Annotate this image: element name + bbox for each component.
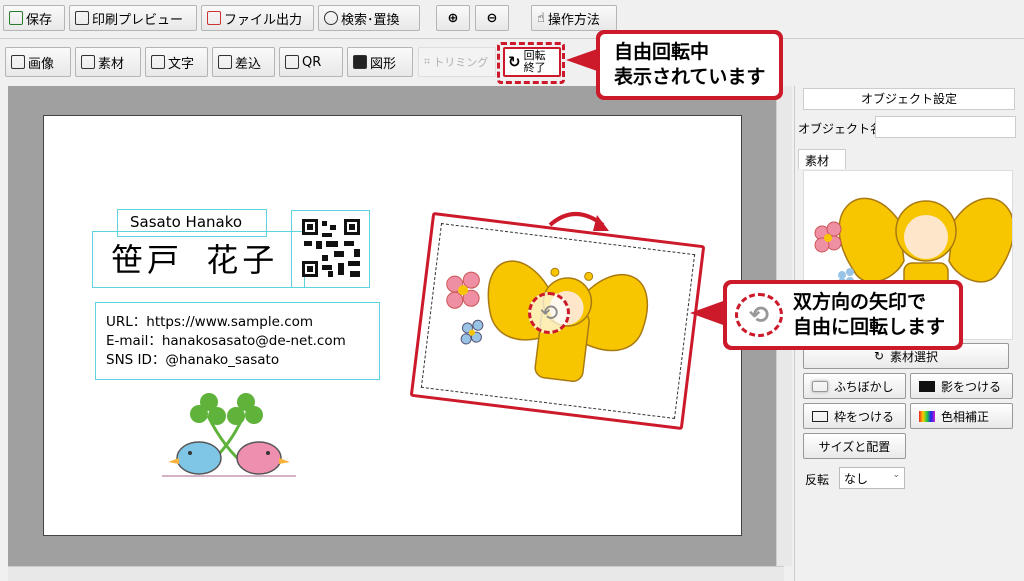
callout-pointer xyxy=(566,48,600,72)
search-replace-button[interactable]: 検索･置換 xyxy=(318,5,420,31)
rotate-handle-icon[interactable]: ⟲ xyxy=(528,292,570,334)
flip-select[interactable]: なし ⌄ xyxy=(839,467,905,489)
rotate-icon: ↻ xyxy=(508,53,521,71)
zoom-out-icon: ⊖ xyxy=(486,10,498,26)
search-icon xyxy=(324,11,338,25)
image-icon xyxy=(11,55,25,69)
zoom-in-button[interactable]: ⊕ xyxy=(436,5,470,31)
merge-button[interactable]: 差込 xyxy=(212,47,275,77)
rotate-end-button[interactable]: ↻ 回転 終了 xyxy=(503,47,561,77)
qr-button[interactable]: QR xyxy=(279,47,343,77)
how-to-button[interactable]: ☝ 操作方法 xyxy=(531,5,617,31)
document-icon xyxy=(218,55,232,69)
material-button[interactable]: 素材 xyxy=(75,47,141,77)
callout-pointer-2 xyxy=(690,300,726,326)
url-text: URL：https://www.sample.com xyxy=(106,314,314,330)
crop-icon: ⌗ xyxy=(424,55,431,68)
size-position-button[interactable]: サイズと配置 xyxy=(803,433,906,459)
qr-code-object[interactable] xyxy=(291,210,370,288)
sns-text: SNS ID：@hanako_sasato xyxy=(106,352,280,368)
zoom-out-button[interactable]: ⊖ xyxy=(475,5,509,31)
color-palette-icon xyxy=(919,410,935,422)
object-name-label: オブジェクト名 xyxy=(798,122,883,136)
file-output-button[interactable]: ファイル出力 xyxy=(201,5,314,31)
rotate-direction-arrow-icon xyxy=(548,212,609,231)
hand-pointer-icon: ☝ xyxy=(537,10,545,26)
qr-code-image xyxy=(302,219,360,277)
add-frame-button[interactable]: 枠をつける xyxy=(803,403,906,429)
contact-info-text[interactable]: URL：https://www.sample.com E-mail：hanako… xyxy=(95,302,380,380)
add-shadow-button[interactable]: 影をつける xyxy=(910,373,1013,399)
frame-icon xyxy=(812,410,828,422)
rotate-handle-demo-icon: ⟲ xyxy=(735,293,783,337)
shape-icon xyxy=(353,55,367,69)
shape-button[interactable]: 図形 xyxy=(347,47,413,77)
material-tab[interactable]: 素材 xyxy=(798,149,846,169)
panel-title: オブジェクト設定 xyxy=(803,88,1015,110)
blur-edge-button[interactable]: ふちぼかし xyxy=(803,373,906,399)
text-icon xyxy=(151,55,165,69)
refresh-icon: ↻ xyxy=(873,349,885,363)
callout-rotating: 自由回転中 表示されています xyxy=(596,30,784,100)
material-icon xyxy=(81,55,95,69)
toolbar-divider xyxy=(0,38,1024,39)
flip-label: 反転 xyxy=(805,473,830,487)
horizontal-scrollbar[interactable] xyxy=(8,566,784,581)
save-icon xyxy=(9,11,23,25)
qr-icon xyxy=(285,55,299,69)
image-button[interactable]: 画像 xyxy=(5,47,71,77)
save-button[interactable]: 保存 xyxy=(3,5,65,31)
blur-edge-icon xyxy=(812,380,828,392)
print-preview-button[interactable]: 印刷プレビュー xyxy=(69,5,197,31)
email-text: E-mail：hanakosasato@de-net.com xyxy=(106,333,346,349)
object-name-input[interactable] xyxy=(875,116,1016,138)
text-button[interactable]: 文字 xyxy=(145,47,208,77)
printer-icon xyxy=(75,11,89,25)
zoom-in-icon: ⊕ xyxy=(447,10,459,26)
callout-bidirectional-arrow: ⟲ 双方向の矢印で 自由に回転します xyxy=(723,280,964,350)
trim-button[interactable]: ⌗ トリミング xyxy=(418,47,496,77)
kanji-name-text[interactable]: 笹戸 花子 xyxy=(92,231,305,288)
file-export-icon xyxy=(207,11,221,25)
chevron-down-icon: ⌄ xyxy=(892,470,900,480)
shadow-icon xyxy=(919,380,935,392)
color-correct-button[interactable]: 色相補正 xyxy=(910,403,1013,429)
clover-birds-illustration[interactable] xyxy=(154,388,304,488)
